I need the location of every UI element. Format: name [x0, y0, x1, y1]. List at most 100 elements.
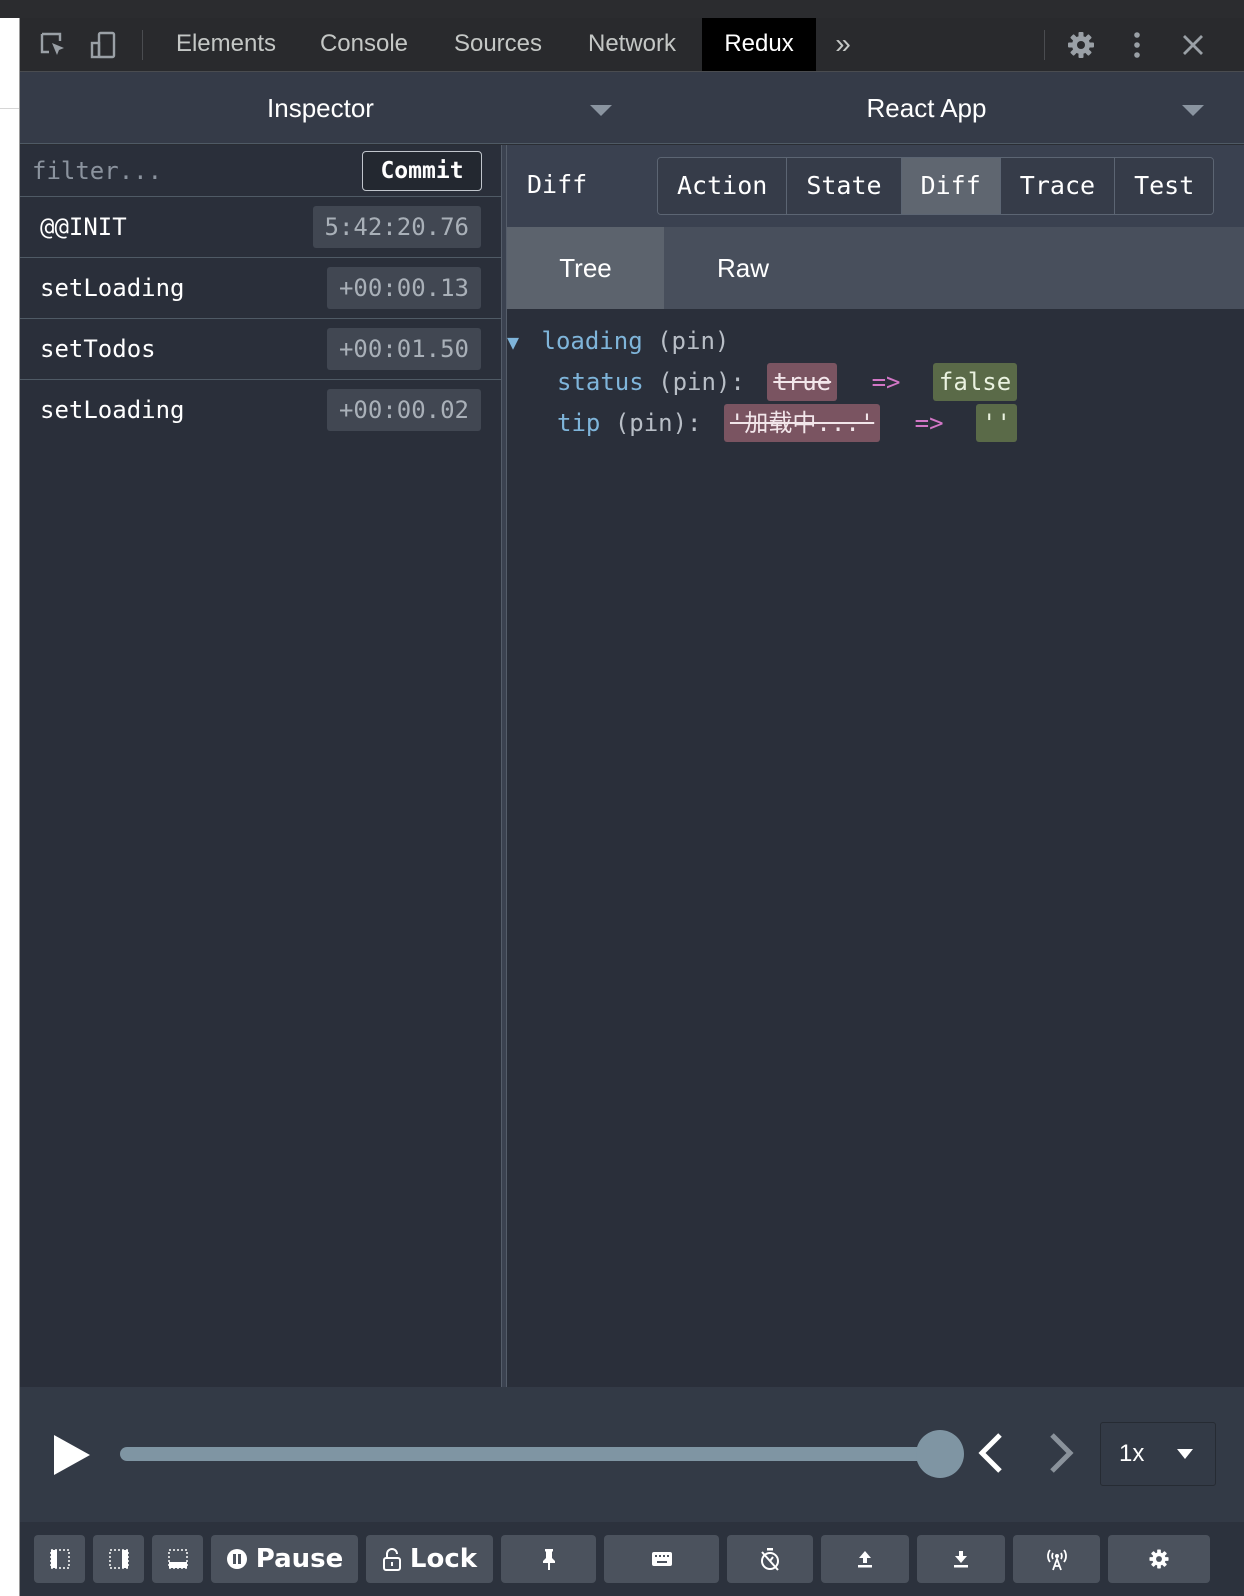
monitor-select-label: Inspector [267, 93, 374, 123]
inspector-tabs: Action State Diff Trace Test [657, 157, 1215, 215]
device-toolbar-icon[interactable] [88, 30, 118, 60]
tab-test[interactable]: Test [1115, 158, 1214, 214]
instance-select-label: React App [866, 93, 987, 123]
instance-select[interactable]: React App [633, 72, 1244, 144]
pause-icon [226, 1548, 248, 1570]
gear-icon[interactable] [1066, 30, 1096, 60]
chevron-down-icon [590, 105, 612, 116]
tab-network[interactable]: Network [572, 18, 692, 71]
devtools-tab-bar: Elements Console Sources Network Redux » [20, 18, 1244, 72]
gear-icon [1148, 1548, 1170, 1570]
tree-node: status (pin): true => false [557, 362, 1018, 402]
dock-bottom-button[interactable] [152, 1535, 203, 1583]
toolbar-divider [142, 30, 143, 60]
persist-button[interactable] [501, 1535, 596, 1583]
tree-key: loading [541, 327, 643, 355]
tree-key: tip [557, 409, 601, 437]
dispatcher-button[interactable] [727, 1535, 813, 1583]
inspector-header: Diff Action State Diff Trace Test [507, 145, 1244, 227]
page-edge [0, 18, 20, 1596]
diff-arrow: => [871, 368, 901, 396]
filter-input[interactable] [32, 151, 362, 191]
diff-old-value: '加载中...' [723, 404, 881, 442]
diff-arrow: => [914, 409, 944, 437]
window-top-strip [0, 0, 1244, 18]
action-time: +00:00.02 [326, 389, 481, 431]
action-name: setTodos [40, 335, 156, 363]
lock-button[interactable]: Lock [366, 1535, 493, 1583]
pin-link[interactable]: (pin): [658, 368, 745, 396]
speed-select[interactable]: 1x [1100, 1422, 1216, 1486]
close-icon[interactable] [1178, 30, 1208, 60]
tab-console[interactable]: Console [302, 18, 426, 71]
bottom-toolbar: Pause Lock [20, 1522, 1244, 1596]
tab-diff[interactable]: Diff [901, 158, 1001, 214]
tab-action[interactable]: Action [658, 158, 788, 214]
tab-redux[interactable]: Redux [702, 18, 816, 71]
action-time: +00:00.13 [326, 267, 481, 309]
dock-left-icon [49, 1549, 70, 1569]
slider-bar: 1x [20, 1387, 1244, 1522]
action-name: setLoading [40, 274, 185, 302]
diff-new-value: false [932, 363, 1018, 401]
more-tabs-icon[interactable]: » [824, 18, 862, 71]
action-time: 5:42:20.76 [312, 206, 481, 248]
tab-tree[interactable]: Tree [507, 227, 664, 309]
diff-new-value: '' [976, 404, 1017, 442]
chevron-down-icon [1182, 105, 1204, 116]
tree-node: tip (pin): '加载中...' => '' [557, 403, 1017, 443]
commit-button[interactable]: Commit [362, 151, 482, 191]
dock-left-button[interactable] [34, 1535, 85, 1583]
action-list-panel: Commit @@INIT 5:42:20.76 setLoading +00:… [20, 145, 501, 1387]
keyboard-icon [651, 1551, 673, 1567]
action-item[interactable]: @@INIT 5:42:20.76 [20, 197, 501, 258]
speed-value: 1x [1119, 1440, 1145, 1467]
next-action-icon[interactable] [1046, 1431, 1076, 1475]
settings-button[interactable] [1108, 1535, 1210, 1583]
more-options-icon[interactable] [1122, 30, 1152, 60]
inspector-panel: Diff Action State Diff Trace Test Tree R… [507, 145, 1244, 1387]
pin-icon [541, 1547, 557, 1571]
action-item[interactable]: setTodos +00:01.50 [20, 319, 501, 380]
expand-arrow-icon[interactable]: ▼ [507, 330, 519, 354]
tab-elements[interactable]: Elements [156, 18, 296, 71]
timeline-thumb[interactable] [916, 1430, 964, 1478]
action-item[interactable]: setLoading +00:00.02 [20, 380, 501, 441]
shortcuts-button[interactable] [604, 1535, 719, 1583]
upload-icon [856, 1549, 874, 1569]
pin-link[interactable]: (pin): [615, 409, 702, 437]
dock-bottom-icon [167, 1549, 188, 1569]
lock-label: Lock [409, 1544, 478, 1574]
monitor-select[interactable]: Inspector [20, 72, 633, 144]
action-item[interactable]: setLoading +00:00.13 [20, 258, 501, 319]
filter-row: Commit [20, 145, 501, 197]
toolbar-divider [1044, 30, 1045, 60]
tree-node[interactable]: ▼ loading (pin) [507, 321, 729, 361]
lock-icon [382, 1547, 402, 1571]
import-button[interactable] [917, 1535, 1005, 1583]
action-name: @@INIT [40, 213, 127, 241]
tree-key: status [557, 368, 644, 396]
dock-right-button[interactable] [93, 1535, 144, 1583]
timeline-track[interactable] [120, 1447, 940, 1461]
pause-button[interactable]: Pause [211, 1535, 358, 1583]
export-button[interactable] [821, 1535, 909, 1583]
broadcast-icon [1044, 1547, 1070, 1571]
action-time: +00:01.50 [326, 328, 481, 370]
download-icon [952, 1549, 970, 1569]
action-name: setLoading [40, 396, 185, 424]
inspect-element-icon[interactable] [38, 30, 68, 60]
chevron-down-icon [1177, 1449, 1193, 1459]
play-icon[interactable] [52, 1433, 92, 1477]
pin-link[interactable]: (pin) [657, 327, 729, 355]
previous-action-icon[interactable] [976, 1431, 1006, 1475]
tab-trace[interactable]: Trace [1000, 158, 1116, 214]
inspector-title: Diff [527, 170, 588, 199]
tab-sources[interactable]: Sources [436, 18, 560, 71]
diff-old-value: true [767, 363, 838, 401]
tab-state[interactable]: State [787, 158, 902, 214]
tab-raw[interactable]: Raw [664, 227, 822, 309]
dock-right-icon [108, 1549, 129, 1569]
remote-button[interactable] [1013, 1535, 1100, 1583]
view-tabs: Tree Raw [507, 227, 1244, 309]
